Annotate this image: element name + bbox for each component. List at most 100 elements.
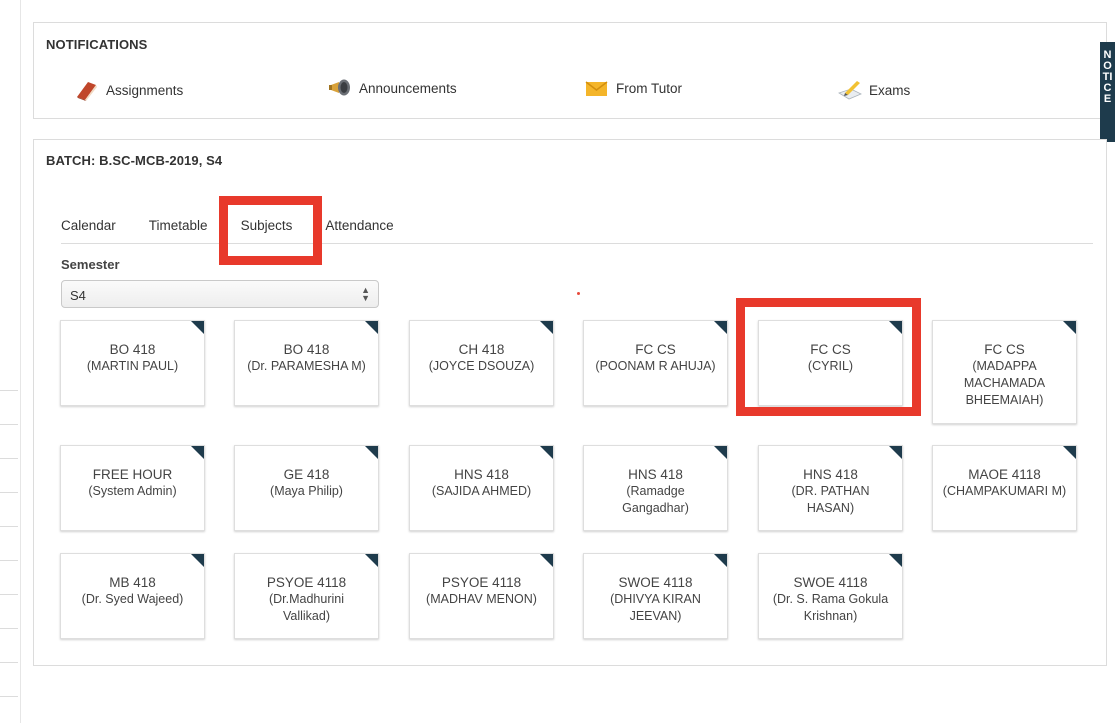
subject-card[interactable]: MB 418 (Dr. Syed Wajeed) [60, 553, 205, 639]
tab-timetable[interactable]: Timetable [149, 216, 208, 244]
batch-tabs: Calendar Timetable Subjects Attendance [61, 216, 427, 244]
subject-code: MB 418 [109, 575, 156, 590]
subject-card[interactable]: PSYOE 4118 (Dr.Madhurini Vallikad) [234, 553, 379, 639]
subject-code: FC CS [635, 342, 676, 357]
notification-assignments[interactable]: Assignments [74, 79, 183, 101]
corner-marker-icon [191, 321, 204, 334]
subject-teacher: (DHIVYA KIRAN JEEVAN) [610, 592, 701, 623]
notice-tab[interactable]: NOTICE [1100, 42, 1115, 142]
subject-code: FC CS [984, 342, 1025, 357]
corner-marker-icon [889, 554, 902, 567]
rail-divider [0, 628, 18, 629]
rail-divider [0, 492, 18, 493]
subject-code: HNS 418 [454, 467, 509, 482]
subject-teacher: (MADAPPA MACHAMADA BHEEMAIAH) [963, 359, 1046, 407]
corner-marker-icon [889, 446, 902, 459]
notification-label: Announcements [359, 80, 457, 96]
megaphone-icon [327, 77, 353, 99]
tab-attendance[interactable]: Attendance [325, 216, 393, 244]
subject-code: FC CS [810, 342, 851, 357]
corner-marker-icon [540, 554, 553, 567]
subject-teacher: (System Admin) [88, 484, 177, 498]
notifications-title: NOTIFICATIONS [46, 37, 148, 52]
notification-from-tutor[interactable]: From Tutor [584, 77, 682, 99]
subject-teacher: (Dr. Syed Wajeed) [81, 592, 184, 606]
semester-select[interactable]: S4 ▲ ▼ [61, 280, 379, 308]
subject-card[interactable]: BO 418 (Dr. PARAMESHA M) [234, 320, 379, 406]
subject-card[interactable]: CH 418 (JOYCE DSOUZA) [409, 320, 554, 406]
subject-card[interactable]: FC CS (CYRIL) [758, 320, 903, 406]
pencil-paper-icon [837, 79, 863, 101]
subject-card[interactable]: HNS 418 (DR. PATHAN HASAN) [758, 445, 903, 531]
subject-teacher: (Dr. S. Rama Gokula Krishnan) [772, 592, 889, 623]
rail-divider [0, 594, 18, 595]
corner-marker-icon [191, 446, 204, 459]
subject-teacher: (MADHAV MENON) [426, 592, 537, 606]
subject-code: BO 418 [283, 342, 330, 357]
semester-label: Semester [61, 257, 120, 272]
subject-card[interactable]: SWOE 4118 (Dr. S. Rama Gokula Krishnan) [758, 553, 903, 639]
corner-marker-icon [714, 446, 727, 459]
notification-label: Exams [869, 82, 911, 98]
subject-teacher: (CYRIL) [807, 359, 854, 373]
subject-code: FREE HOUR [92, 467, 173, 482]
subject-card[interactable]: PSYOE 4118 (MADHAV MENON) [409, 553, 554, 639]
subject-card[interactable]: BO 418 (MARTIN PAUL) [60, 320, 205, 406]
subject-code: CH 418 [458, 342, 505, 357]
subject-code: SWOE 4118 [618, 575, 693, 590]
notification-exams[interactable]: Exams [837, 79, 910, 101]
subject-code: GE 418 [283, 467, 330, 482]
subject-card[interactable]: HNS 418 (SAJIDA AHMED) [409, 445, 554, 531]
subject-code: HNS 418 [803, 467, 858, 482]
semester-value: S4 [70, 288, 86, 303]
left-rail [0, 0, 21, 723]
subject-teacher: (Dr. PARAMESHA M) [247, 359, 366, 373]
subject-code: PSYOE 4118 [266, 575, 347, 590]
subject-card[interactable]: HNS 418 (Ramadge Gangadhar) [583, 445, 728, 531]
envelope-icon [584, 77, 610, 99]
subject-teacher: (POONAM R AHUJA) [595, 359, 716, 373]
tab-calendar[interactable]: Calendar [61, 216, 116, 244]
corner-marker-icon [365, 321, 378, 334]
subject-teacher: (CHAMPAKUMARI M) [942, 484, 1067, 498]
subject-teacher: (JOYCE DSOUZA) [428, 359, 535, 373]
red-dot [577, 292, 580, 295]
tab-divider [61, 243, 1093, 244]
corner-marker-icon [191, 554, 204, 567]
rail-divider [0, 424, 18, 425]
rail-divider [0, 458, 18, 459]
corner-marker-icon [889, 321, 902, 334]
subject-code: MAOE 4118 [968, 467, 1041, 482]
subject-teacher: (SAJIDA AHMED) [431, 484, 532, 498]
notification-label: Assignments [106, 82, 184, 98]
subject-card[interactable]: GE 418 (Maya Philip) [234, 445, 379, 531]
rail-divider [0, 560, 18, 561]
corner-marker-icon [1063, 446, 1076, 459]
book-icon [74, 79, 100, 101]
subject-code: SWOE 4118 [793, 575, 868, 590]
subject-card[interactable]: FC CS (MADAPPA MACHAMADA BHEEMAIAH) [932, 320, 1077, 424]
tab-subjects[interactable]: Subjects [241, 216, 293, 244]
corner-marker-icon [365, 554, 378, 567]
subject-code: PSYOE 4118 [441, 575, 522, 590]
notifications-panel: NOTIFICATIONS Assignments Announcements … [33, 22, 1107, 119]
notification-announcements[interactable]: Announcements [327, 77, 457, 99]
subject-code: BO 418 [109, 342, 156, 357]
subject-card[interactable]: FC CS (POONAM R AHUJA) [583, 320, 728, 406]
subject-card[interactable]: MAOE 4118 (CHAMPAKUMARI M) [932, 445, 1077, 531]
subject-teacher: (DR. PATHAN HASAN) [791, 484, 870, 515]
rail-divider [0, 526, 18, 527]
select-arrows-icon: ▲ ▼ [361, 285, 370, 303]
corner-marker-icon [714, 554, 727, 567]
corner-marker-icon [714, 321, 727, 334]
subject-card[interactable]: FREE HOUR (System Admin) [60, 445, 205, 531]
rail-divider [0, 662, 18, 663]
subject-code: HNS 418 [628, 467, 683, 482]
subject-card[interactable]: SWOE 4118 (DHIVYA KIRAN JEEVAN) [583, 553, 728, 639]
corner-marker-icon [540, 446, 553, 459]
subject-teacher: (Dr.Madhurini Vallikad) [268, 592, 345, 623]
subject-teacher: (Maya Philip) [270, 484, 343, 498]
notification-label: From Tutor [616, 80, 683, 96]
corner-marker-icon [1063, 321, 1076, 334]
corner-marker-icon [365, 446, 378, 459]
